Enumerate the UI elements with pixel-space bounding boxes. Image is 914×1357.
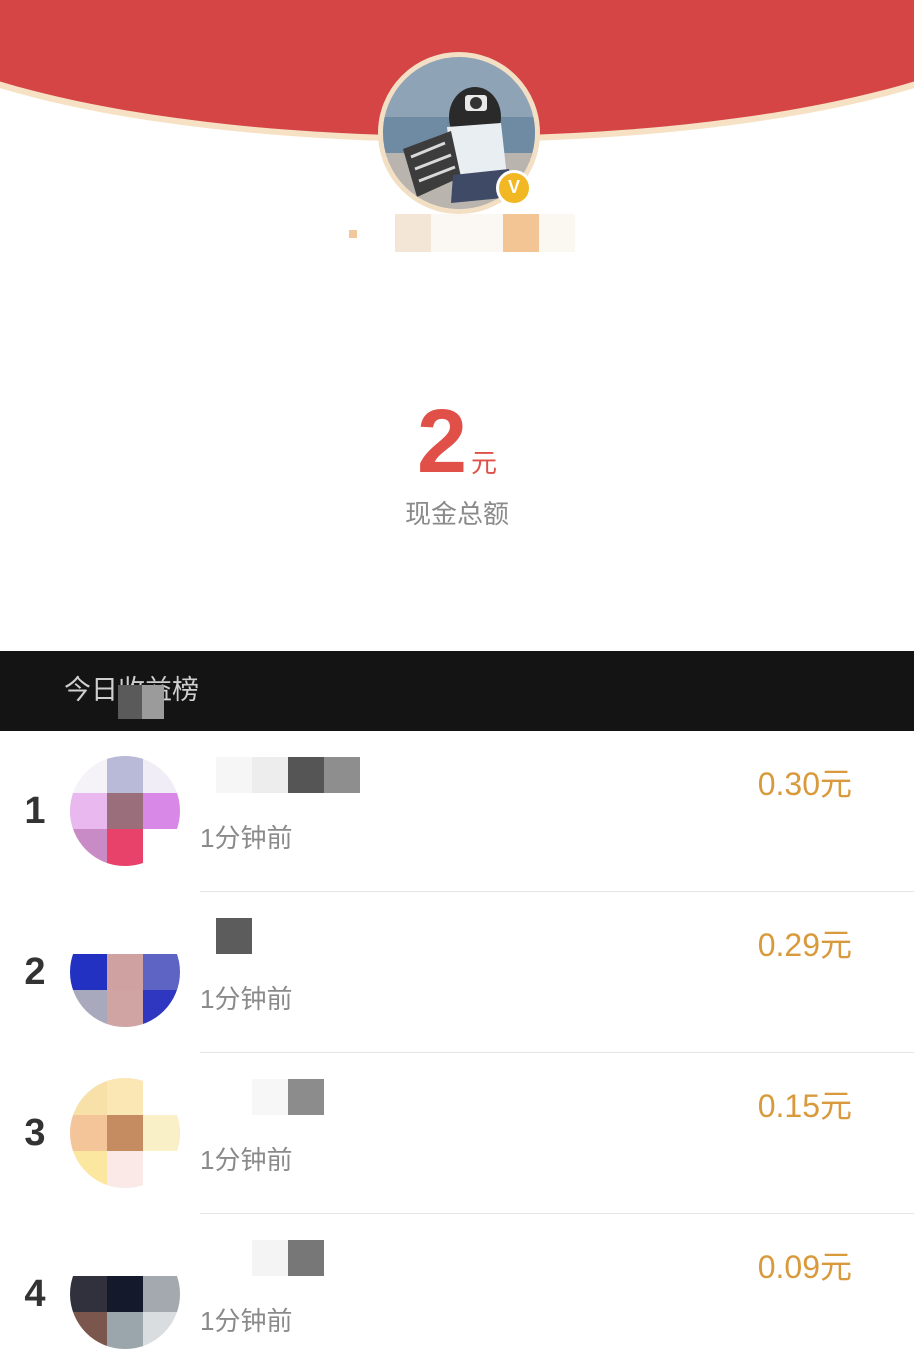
ranking-title-blur (118, 685, 142, 719)
row-amount: 0.30元 (757, 766, 852, 802)
row-amount: 0.29元 (757, 927, 852, 963)
total-amount-unit: 元 (471, 448, 498, 478)
row-amount: 0.15元 (757, 1088, 852, 1124)
row-time: 1分钟前 (200, 984, 293, 1014)
verified-badge-icon: V (496, 170, 532, 206)
ranking-row[interactable]: 2 1分钟前 0.29元 (0, 892, 914, 1053)
row-username-blurred (200, 1079, 380, 1115)
row-avatar[interactable] (70, 1239, 180, 1349)
row-username-blurred (200, 757, 380, 793)
rank-number: 1 (24, 790, 46, 832)
row-time: 1分钟前 (200, 1306, 293, 1336)
total-amount-label: 现金总额 (404, 499, 509, 529)
row-time: 1分钟前 (200, 1145, 293, 1175)
ranking-title-blur-2 (142, 685, 164, 719)
total-amount-value: 2 (416, 392, 468, 492)
rank-number: 2 (24, 951, 46, 993)
row-time: 1分钟前 (200, 823, 293, 853)
row-avatar[interactable] (70, 1078, 180, 1188)
username-blurred (345, 214, 577, 252)
rank-number: 3 (24, 1112, 46, 1154)
ranking-row[interactable]: 1 1分钟前 0.30元 (0, 731, 914, 892)
ranking-row[interactable]: 3 1分钟前 0.15元 (0, 1053, 914, 1214)
total-amount: 2元 (0, 392, 914, 492)
row-avatar[interactable] (70, 756, 180, 866)
rank-number: 4 (24, 1273, 46, 1315)
row-username-blurred (200, 1240, 380, 1276)
row-username-blurred (200, 918, 380, 954)
ranking-header-bar: 今日收益榜 (0, 651, 914, 731)
row-amount: 0.09元 (757, 1249, 852, 1285)
row-avatar[interactable] (70, 917, 180, 1027)
ranking-row[interactable]: 4 1分钟前 0.09元 (0, 1214, 914, 1357)
